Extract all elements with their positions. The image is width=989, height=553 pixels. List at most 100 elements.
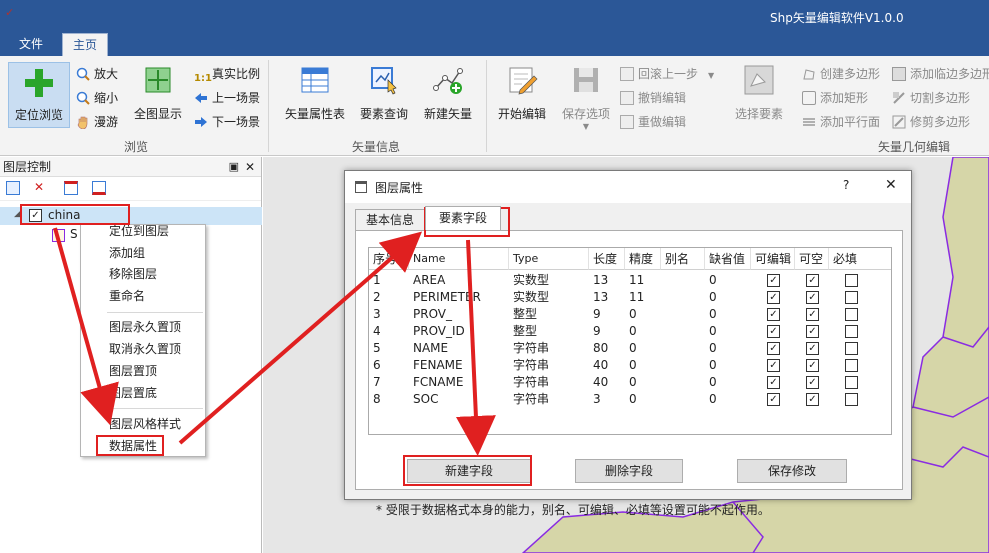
cell-type[interactable]: 字符串 (509, 391, 549, 408)
col-header-required[interactable]: 必填 (829, 248, 891, 270)
add-layer-icon[interactable] (6, 181, 20, 195)
tab-feature-fields[interactable]: 要素字段 (425, 206, 501, 230)
cell-alias[interactable] (661, 357, 665, 374)
cell-no[interactable]: 3 (369, 306, 381, 323)
tab-home[interactable]: 主页 (62, 33, 108, 56)
checkbox-edit[interactable]: ✓ (767, 325, 780, 338)
start-edit-button[interactable]: 开始编辑 (494, 64, 550, 122)
cell-len[interactable]: 9 (589, 306, 601, 323)
create-polygon-button[interactable]: 创建多边形 (802, 64, 880, 84)
checkbox-required[interactable] (845, 359, 858, 372)
new-vector-button[interactable]: 新建矢量 (420, 64, 476, 122)
redo-button[interactable]: 重做编辑 (620, 112, 686, 132)
cell-name[interactable]: AREA (409, 272, 445, 289)
checkbox-nullable[interactable]: ✓ (806, 308, 819, 321)
save-changes-button[interactable]: 保存修改 (737, 459, 847, 483)
add-adjacent-button[interactable]: 添加临边多边形 (892, 64, 989, 84)
checkbox-edit[interactable]: ✓ (767, 308, 780, 321)
col-header-default[interactable]: 缺省值 (705, 248, 751, 270)
cell-name[interactable]: NAME (409, 340, 448, 357)
cell-name[interactable]: SOC (409, 391, 438, 408)
cell-no[interactable]: 4 (369, 323, 381, 340)
tab-file[interactable]: 文件 (8, 33, 54, 56)
menu-item-pin-top[interactable]: 图层永久置顶 (109, 318, 181, 336)
cell-len[interactable]: 3 (589, 391, 601, 408)
cell-prec[interactable]: 0 (625, 357, 637, 374)
pan-button[interactable]: 漫游 (76, 112, 118, 132)
cell-type[interactable]: 实数型 (509, 289, 549, 306)
menu-item-style[interactable]: 图层风格样式 (109, 415, 181, 433)
cell-def[interactable]: 0 (705, 272, 717, 289)
cell-type[interactable]: 整型 (509, 323, 537, 340)
cell-alias[interactable] (661, 374, 665, 391)
cell-type[interactable]: 字符串 (509, 357, 549, 374)
cell-prec[interactable]: 0 (625, 323, 637, 340)
cell-type[interactable]: 字符串 (509, 374, 549, 391)
layer-down-icon[interactable] (92, 181, 106, 195)
cell-def[interactable]: 0 (705, 306, 717, 323)
col-header-precision[interactable]: 精度 (625, 248, 661, 270)
cell-prec[interactable]: 11 (625, 289, 644, 306)
attr-table-button[interactable]: 矢量属性表 (282, 64, 348, 122)
layer-up-icon[interactable] (64, 181, 78, 195)
checkbox-nullable[interactable]: ✓ (806, 291, 819, 304)
cell-len[interactable]: 9 (589, 323, 601, 340)
pin-icon[interactable]: ▣ (229, 157, 239, 177)
cell-len[interactable]: 13 (589, 289, 608, 306)
cell-len[interactable]: 80 (589, 340, 608, 357)
save-options-button[interactable]: 保存选项 ▼ (558, 64, 614, 131)
menu-item-rename[interactable]: 重命名 (109, 287, 145, 305)
checkbox-nullable[interactable]: ✓ (806, 325, 819, 338)
checkbox-required[interactable] (845, 376, 858, 389)
cut-polygon-button[interactable]: 切割多边形 (892, 88, 970, 108)
col-header-alias[interactable]: 别名 (661, 248, 705, 270)
cell-type[interactable]: 实数型 (509, 272, 549, 289)
real-scale-button[interactable]: 1:1真实比例 (194, 64, 260, 84)
col-header-length[interactable]: 长度 (589, 248, 625, 270)
cell-def[interactable]: 0 (705, 357, 717, 374)
checkbox-nullable[interactable]: ✓ (806, 342, 819, 355)
select-feature-button[interactable]: 选择要素 (730, 64, 788, 122)
cell-def[interactable]: 0 (705, 323, 717, 340)
cell-name[interactable]: FCNAME (409, 374, 463, 391)
locate-browse-button[interactable]: 定位浏览 (8, 62, 70, 128)
cell-no[interactable]: 8 (369, 391, 381, 408)
cell-name[interactable]: PROV_ (409, 306, 452, 323)
checkbox-edit[interactable]: ✓ (767, 376, 780, 389)
checkbox-edit[interactable]: ✓ (767, 393, 780, 406)
checkbox-nullable[interactable]: ✓ (806, 359, 819, 372)
menu-item-add-group[interactable]: 添加组 (109, 244, 145, 262)
cell-alias[interactable] (661, 306, 665, 323)
checkbox-edit[interactable]: ✓ (767, 359, 780, 372)
checkbox-required[interactable] (845, 325, 858, 338)
cell-def[interactable]: 0 (705, 391, 717, 408)
cell-no[interactable]: 5 (369, 340, 381, 357)
cell-name[interactable]: PROV_ID (409, 323, 465, 340)
checkbox-edit[interactable]: ✓ (767, 342, 780, 355)
tab-basic-info[interactable]: 基本信息 (355, 209, 425, 231)
checkbox-required[interactable] (845, 291, 858, 304)
cell-no[interactable]: 1 (369, 272, 381, 289)
cell-name[interactable]: PERIMETER (409, 289, 481, 306)
trim-polygon-button[interactable]: 修剪多边形 (892, 112, 970, 132)
next-view-button[interactable]: 下一场景 (194, 112, 260, 132)
checkbox-edit[interactable]: ✓ (767, 274, 780, 287)
cell-type[interactable]: 整型 (509, 306, 537, 323)
cell-no[interactable]: 7 (369, 374, 381, 391)
cell-len[interactable]: 40 (589, 374, 608, 391)
cell-len[interactable]: 40 (589, 357, 608, 374)
col-header-type[interactable]: Type (509, 248, 589, 270)
cell-alias[interactable] (661, 323, 665, 340)
cell-prec[interactable]: 0 (625, 306, 637, 323)
zoom-in-button[interactable]: 放大 (76, 64, 118, 84)
remove-layer-icon[interactable]: ✕ (34, 180, 44, 194)
checkbox-nullable[interactable]: ✓ (806, 274, 819, 287)
menu-item-remove-layer[interactable]: 移除图层 (109, 265, 157, 283)
full-extent-button[interactable]: 全图显示 (130, 64, 186, 122)
cell-name[interactable]: FENAME (409, 357, 463, 374)
cell-prec[interactable]: 11 (625, 272, 644, 289)
close-icon[interactable]: ✕ (245, 157, 255, 177)
checkbox-required[interactable] (845, 342, 858, 355)
checkbox-required[interactable] (845, 393, 858, 406)
close-button[interactable]: ✕ (885, 177, 897, 193)
